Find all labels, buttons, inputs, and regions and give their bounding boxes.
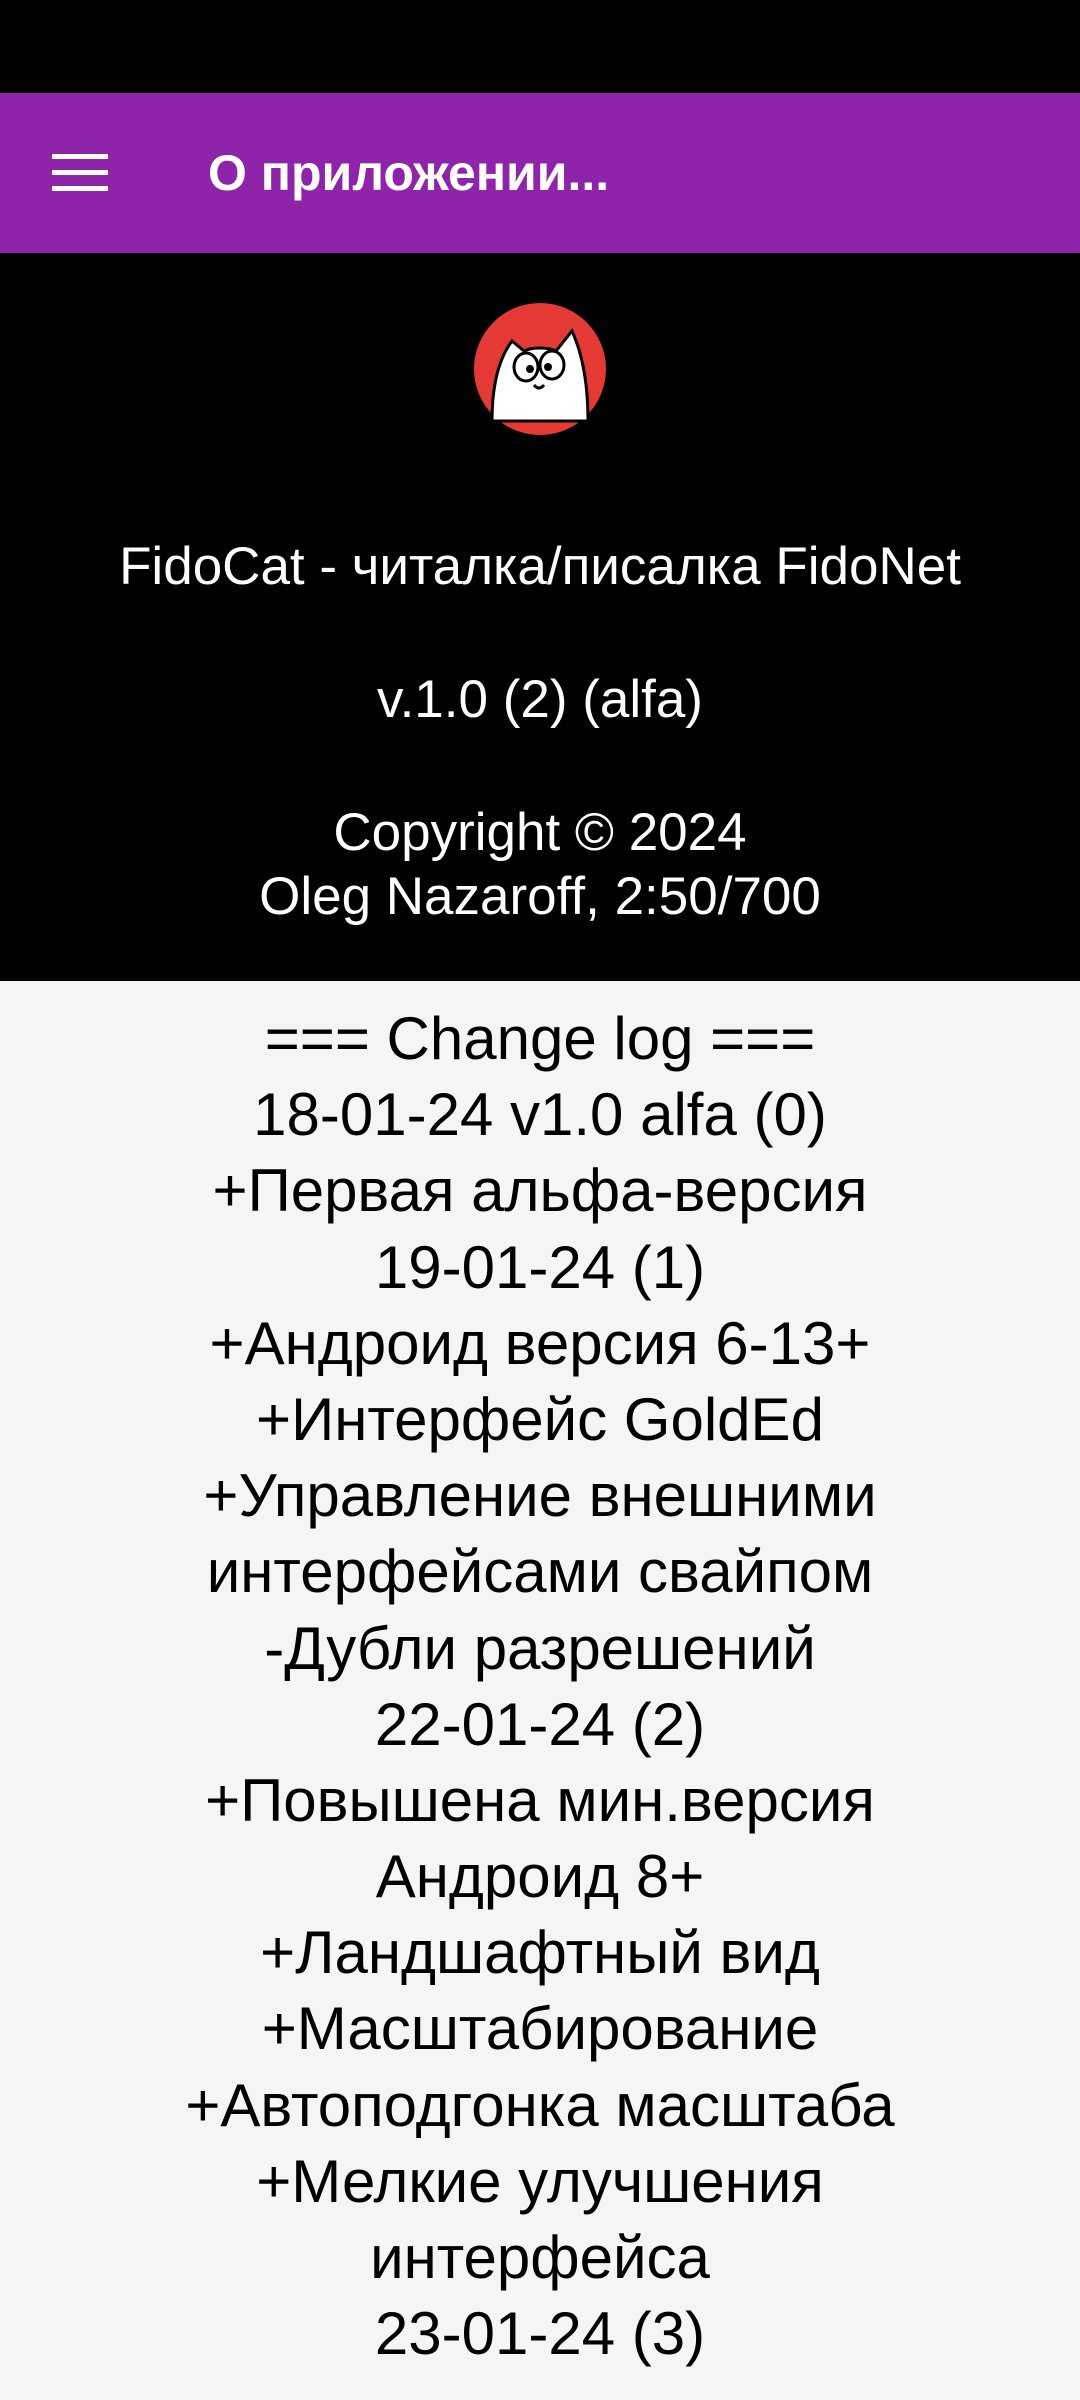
changelog-line: 19-01-24 (1) — [374, 1233, 706, 1301]
changelog-line: +Автоподгонка масштаба — [185, 2071, 895, 2139]
cat-face-logo — [474, 303, 606, 435]
app-bar: О приложении... — [0, 93, 1080, 253]
changelog-line: +Управление внешними — [203, 1462, 877, 1530]
about-header: FidoCat - читалка/писалка FidoNet v.1.0 … — [0, 253, 1080, 981]
app-version: v.1.0 (2) (alfa) — [377, 670, 703, 729]
menu-button[interactable] — [42, 135, 118, 211]
changelog-line: интерфейсами свайпом — [206, 1538, 874, 1606]
changelog-panel[interactable]: === Change log === 18-01-24 v1.0 alfa (0… — [0, 981, 1080, 2400]
author-line: Oleg Nazaroff, 2:50/700 — [259, 867, 821, 926]
status-bar — [0, 0, 1080, 93]
changelog-line: Андроид 8+ — [375, 1843, 705, 1911]
copyright-line: Copyright © 2024 — [333, 803, 747, 862]
changelog-line: +Мелкие улучшения — [256, 2147, 824, 2215]
changelog-line: +Интерфейс GoldEd — [256, 1385, 824, 1453]
changelog-line: +Ландшафтный вид — [260, 1919, 820, 1987]
hamburger-menu-icon — [52, 154, 108, 191]
page-title: О приложении... — [208, 145, 610, 201]
changelog-line: +Андроид версия 6-13+ — [209, 1309, 871, 1377]
changelog-line: интерфейса — [370, 2224, 710, 2291]
changelog-line: +Масштабирование — [261, 1995, 819, 2063]
copyright: Copyright © 2024 Oleg Nazaroff, 2:50/700 — [0, 801, 1080, 929]
changelog-line: 23-01-24 (3) — [374, 2300, 706, 2368]
changelog-line: +Повышена мин.версия — [205, 1766, 875, 1834]
changelog-line: +Первая альфа-версия — [212, 1157, 868, 1225]
app-name: FidoCat - читалка/писалка FidoNet — [119, 537, 961, 596]
changelog-line: === Change log === — [264, 1005, 816, 1072]
changelog-line: -Дубли разрешений — [264, 1614, 816, 1682]
changelog-line: 22-01-24 (2) — [374, 1690, 706, 1758]
changelog-list: === Change log === 18-01-24 v1.0 alfa (0… — [0, 981, 1080, 2372]
changelog-line: 18-01-24 v1.0 alfa (0) — [253, 1081, 827, 1149]
